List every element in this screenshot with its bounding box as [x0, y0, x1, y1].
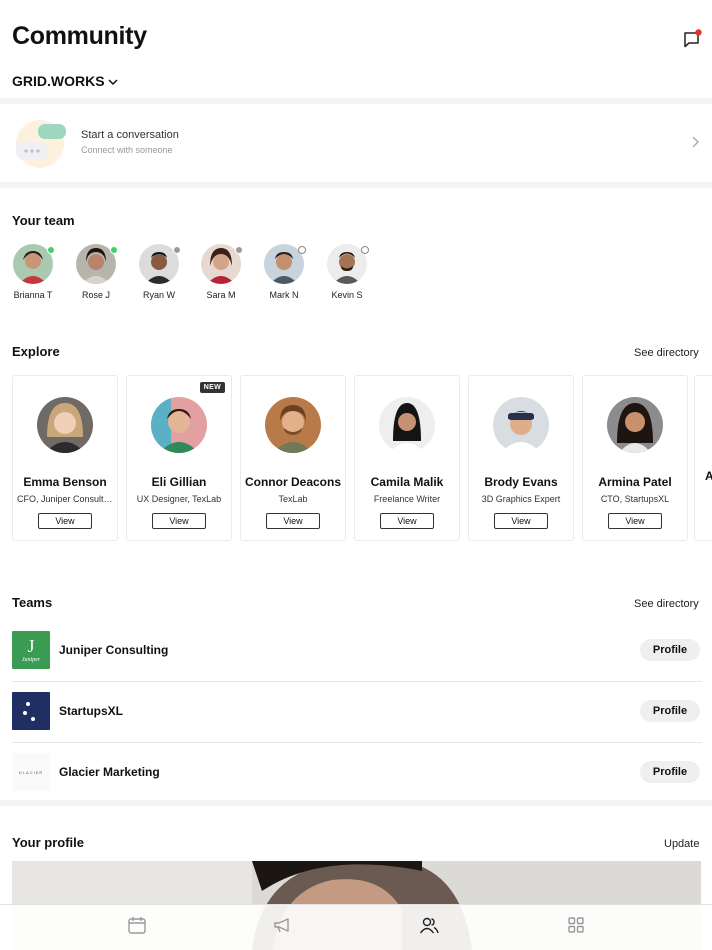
person-role: CTO, StartupsXL [600, 494, 670, 504]
person-name: Armina Patel [598, 475, 672, 489]
chevron-down-icon [108, 78, 118, 85]
notification-dot [695, 29, 702, 36]
avatar [201, 244, 243, 284]
avatar [264, 244, 306, 284]
team-name: Juniper Consulting [59, 643, 169, 657]
team-name: Glacier Marketing [59, 765, 160, 779]
people-icon[interactable] [419, 915, 439, 935]
avatar [379, 397, 435, 453]
person-role: TexLab [278, 494, 308, 504]
member-name: Mark N [269, 290, 299, 300]
team-member[interactable]: Mark N [254, 244, 314, 300]
person-name-partial: A [705, 469, 712, 483]
person-card[interactable]: Emma Benson CFO, Juniper Consulting View [12, 375, 118, 541]
divider [12, 742, 702, 743]
member-name: Ryan W [142, 290, 175, 300]
calendar-icon[interactable] [127, 915, 147, 935]
megaphone-icon[interactable] [273, 915, 293, 935]
team-row[interactable]: J Juniper Juniper Consulting Profile [12, 631, 702, 692]
team-name: StartupsXL [59, 704, 124, 718]
start-conversation-row[interactable] [0, 104, 712, 182]
person-card[interactable]: Connor Deacons TexLab View [240, 375, 346, 541]
person-name: Emma Benson [23, 475, 107, 489]
team-member[interactable]: Sara M [191, 244, 251, 300]
profile-button[interactable]: Profile [640, 761, 700, 783]
person-card-partial[interactable]: A [694, 375, 712, 541]
org-name: GRID.WORKS [12, 73, 105, 89]
page-title: Community [12, 22, 147, 50]
startups-logo [12, 692, 50, 730]
team-section-title: Your team [12, 213, 75, 228]
see-directory-link[interactable]: See directory [634, 347, 699, 359]
person-name: Brody Evans [484, 475, 558, 489]
profile-button[interactable]: Profile [640, 700, 700, 722]
status-badge [235, 246, 243, 254]
profile-button[interactable]: Profile [640, 639, 700, 661]
tab-bar [0, 904, 712, 950]
person-role: Freelance Writer [373, 494, 441, 504]
team-member[interactable]: Rose J [66, 244, 126, 300]
avatar [37, 397, 93, 453]
team-member[interactable]: Brianna T [3, 244, 63, 300]
person-card[interactable]: Brody Evans 3D Graphics Expert View [468, 375, 574, 541]
view-button[interactable]: View [266, 513, 320, 529]
member-name: Kevin S [331, 290, 363, 300]
chevron-right-icon [692, 136, 699, 148]
avatar [139, 244, 181, 284]
new-badge: NEW [199, 382, 225, 393]
status-badge [298, 246, 306, 254]
member-name: Rose J [81, 290, 110, 300]
view-button[interactable]: View [152, 513, 206, 529]
avatar [151, 397, 207, 453]
person-name: Connor Deacons [244, 475, 341, 489]
profile-section-title: Your profile [12, 835, 84, 850]
member-name: Sara M [206, 290, 236, 300]
status-badge [361, 246, 369, 254]
avatar [76, 244, 118, 284]
juniper-logo: J Juniper [12, 631, 50, 669]
avatar [327, 244, 369, 284]
view-button[interactable]: View [38, 513, 92, 529]
divider [12, 681, 702, 682]
person-name: Camila Malik [370, 475, 444, 489]
org-switcher[interactable]: GRID.WORKS [12, 73, 118, 89]
person-name: Eli Gillian [151, 475, 207, 489]
person-card[interactable]: Armina Patel CTO, StartupsXL View [582, 375, 688, 541]
person-role: 3D Graphics Expert [481, 494, 561, 504]
view-button[interactable]: View [608, 513, 662, 529]
header: Community GRID.WORKS [0, 0, 712, 98]
conversation-illustration [16, 120, 66, 168]
team-member[interactable]: Kevin S [317, 244, 377, 300]
avatar [607, 397, 663, 453]
status-badge [47, 246, 55, 254]
conversation-title: Start a conversation [81, 129, 179, 141]
person-card[interactable]: NEW Eli Gillian UX Designer, TexLab View [126, 375, 232, 541]
person-role: UX Designer, TexLab [136, 494, 222, 504]
status-badge [173, 246, 181, 254]
person-card[interactable]: Camila Malik Freelance Writer View [354, 375, 460, 541]
messages-icon[interactable] [682, 28, 704, 50]
avatar [13, 244, 55, 284]
team-row[interactable]: StartupsXL Profile [12, 692, 702, 753]
avatar [493, 397, 549, 453]
teams-see-directory-link[interactable]: See directory [634, 598, 699, 610]
team-member[interactable]: Ryan W [129, 244, 189, 300]
avatar [265, 397, 321, 453]
glacier-logo: GLACIER [12, 753, 50, 791]
person-role: CFO, Juniper Consulting [17, 494, 116, 504]
teams-section-title: Teams [12, 595, 53, 610]
view-button[interactable]: View [380, 513, 434, 529]
update-profile-link[interactable]: Update [664, 838, 699, 850]
team-row[interactable]: GLACIER Glacier Marketing Profile [12, 753, 702, 814]
view-button[interactable]: View [494, 513, 548, 529]
member-name: Brianna T [13, 290, 53, 300]
status-badge [110, 246, 118, 254]
conversation-subtitle: Connect with someone [81, 145, 173, 155]
grid-icon[interactable] [566, 915, 586, 935]
explore-section-title: Explore [12, 344, 60, 359]
